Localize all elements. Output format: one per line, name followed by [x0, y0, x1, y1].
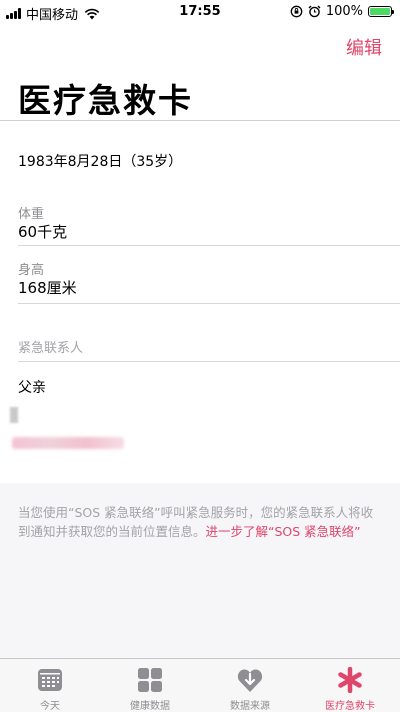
redacted-contact-phone[interactable] [12, 437, 124, 449]
medical-id-content: 1983年8月28日（35岁） 体重 60千克 身高 168厘米 紧急联系人 父… [0, 120, 400, 659]
tab-today[interactable]: 今天 [0, 659, 100, 712]
grid-icon [138, 668, 162, 692]
tab-label: 健康数据 [130, 701, 170, 712]
tab-health-data[interactable]: 健康数据 [100, 659, 200, 712]
weight-value: 60千克 [18, 223, 68, 241]
asterisk-icon [338, 667, 362, 693]
battery-percent: 100% [325, 4, 363, 19]
tab-label: 数据来源 [230, 701, 270, 712]
redacted-contact-name [10, 407, 18, 423]
sos-learn-more-link[interactable]: 进一步了解“SOS 紧急联络” [206, 524, 361, 539]
tab-bar: 今天 健康数据 数据来源 医疗急救卡 [0, 658, 400, 712]
divider [18, 361, 400, 362]
divider [18, 303, 400, 304]
emergency-contacts-label: 紧急联系人 [18, 341, 84, 356]
tab-medical-id[interactable]: 医疗急救卡 [300, 659, 400, 712]
status-bar: 中国移动 17:55 100% [0, 0, 400, 24]
battery-icon [368, 6, 394, 17]
alarm-icon [308, 5, 321, 18]
orientation-lock-icon [290, 5, 303, 18]
calendar-icon [38, 669, 62, 691]
height-label: 身高 [18, 263, 45, 278]
tab-label: 今天 [40, 701, 60, 712]
contact-relation[interactable]: 父亲 [18, 377, 46, 397]
sos-info-text: 当您使用“SOS 紧急联络”呼叫紧急服务时，您的紧急联系人将收到通知并获取您的当… [18, 503, 382, 541]
height-value: 168厘米 [18, 279, 77, 297]
page-title: 医疗急救卡 [18, 81, 193, 120]
divider [18, 245, 400, 246]
status-right: 100% [290, 4, 394, 19]
weight-label: 体重 [18, 207, 45, 222]
battery-level [370, 8, 390, 15]
tab-label: 医疗急救卡 [325, 701, 375, 712]
tab-sources[interactable]: 数据来源 [200, 659, 300, 712]
heart-download-icon [237, 669, 263, 692]
date-of-birth: 1983年8月28日（35岁） [18, 154, 183, 170]
edit-button[interactable]: 编辑 [346, 34, 382, 60]
